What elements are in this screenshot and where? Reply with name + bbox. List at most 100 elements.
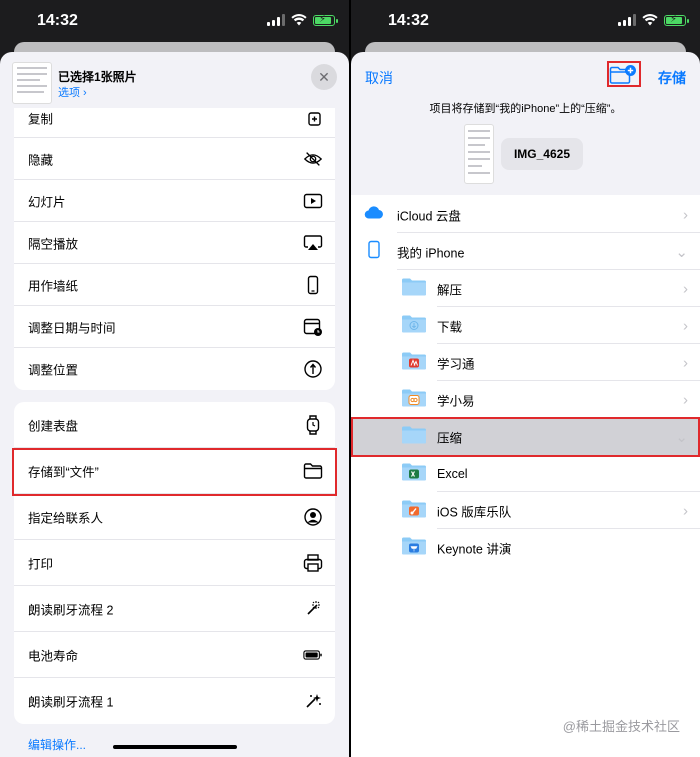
action-label: 复制	[28, 112, 54, 127]
chevron-right-icon: ›	[683, 354, 688, 371]
left-phone-screen: 14:32 ⚡ 已选择1张照片 选项 › ✕ 复制 隐藏 幻灯片 隔空播放 用作…	[0, 0, 349, 757]
folder-excel[interactable]: Excel	[351, 455, 700, 492]
action-wallpaper[interactable]: 用作墙纸	[14, 264, 335, 306]
file-name-field[interactable]: IMG_4625	[501, 138, 583, 170]
folder-name: 学习通	[437, 357, 475, 371]
location-my-iphone[interactable]: 我的 iPhone ⌄	[351, 233, 700, 270]
action-label: 朗读刷牙流程 1	[28, 695, 114, 710]
location-name: iCloud 云盘	[397, 209, 461, 223]
chevron-down-icon: ⌄	[675, 243, 688, 261]
save-to-files-sheet: 取消 存储 项目将存储到“我的iPhone”上的“压缩”。 IMG_4625 i…	[351, 52, 700, 757]
action-print[interactable]: 打印	[14, 540, 335, 586]
location-name: 我的 iPhone	[397, 246, 465, 260]
action-copy[interactable]: 复制	[14, 108, 335, 138]
chevron-right-icon: ›	[683, 206, 688, 223]
folder-name: Keynote 讲演	[437, 542, 512, 556]
action-label: 幻灯片	[28, 195, 66, 209]
status-time: 14:32	[388, 12, 429, 29]
printer-icon	[303, 553, 323, 573]
battery-full-icon	[303, 645, 323, 665]
excel-folder-icon	[402, 462, 426, 485]
action-create-watch-face[interactable]: 创建表盘	[14, 402, 335, 448]
eye-slash-icon	[303, 149, 323, 169]
location-icon	[303, 359, 323, 379]
xuexiaoyi-folder-icon	[402, 388, 426, 411]
download-folder-icon	[402, 314, 426, 337]
action-label: 调整位置	[28, 363, 79, 378]
xuexitong-folder-icon	[402, 351, 426, 374]
action-airplay[interactable]: 隔空播放	[14, 222, 335, 264]
status-bar: 14:32 ⚡	[0, 0, 349, 44]
cellular-signal-icon	[267, 14, 285, 26]
action-label: 指定给联系人	[28, 511, 104, 525]
folder-name: 学小易	[437, 394, 475, 408]
folder-name: 解压	[437, 283, 463, 297]
action-label: 隐藏	[28, 153, 54, 167]
phone-icon	[303, 275, 323, 295]
action-group-1: 复制 隐藏 幻灯片 隔空播放 用作墙纸 调整日期与时间 调整位置	[14, 108, 335, 390]
action-shortcut-brushing-1[interactable]: 朗读刷牙流程 1	[14, 678, 335, 724]
action-label: 用作墙纸	[28, 279, 79, 293]
action-battery-life[interactable]: 电池寿命	[14, 632, 335, 678]
iphone-icon	[368, 240, 380, 263]
action-hide[interactable]: 隐藏	[14, 138, 335, 180]
watch-icon	[303, 414, 323, 435]
wifi-icon	[291, 14, 307, 26]
chevron-right-icon: ›	[683, 280, 688, 297]
destination-note: 项目将存储到“我的iPhone”上的“压缩”。	[429, 103, 622, 115]
battery-icon: ⚡	[313, 14, 338, 26]
location-icloud-drive[interactable]: iCloud 云盘 ›	[351, 196, 700, 233]
battery-icon: ⚡	[664, 14, 689, 26]
folder-name: Excel	[437, 466, 468, 481]
file-thumbnail	[464, 124, 494, 184]
save-button[interactable]: 存储	[658, 68, 686, 88]
status-bar: 14:32 ⚡	[351, 0, 700, 44]
share-sheet-title: 已选择1张照片	[58, 70, 137, 84]
icloud-icon	[364, 205, 384, 224]
folder-keynote[interactable]: Keynote 讲演	[351, 529, 700, 566]
action-label: 创建表盘	[28, 419, 79, 433]
home-indicator	[112, 745, 237, 749]
cellular-signal-icon	[618, 14, 636, 26]
highlight-save-to-files	[12, 448, 337, 496]
action-slideshow[interactable]: 幻灯片	[14, 180, 335, 222]
share-sheet: 已选择1张照片 选项 › ✕ 复制 隐藏 幻灯片 隔空播放 用作墙纸 调整日期与…	[0, 52, 349, 757]
share-sheet-header: 已选择1张照片 选项 › ✕	[0, 52, 349, 114]
garageband-folder-icon	[402, 499, 426, 522]
folder-xiazai[interactable]: 下载 ›	[351, 307, 700, 344]
airplay-icon	[303, 233, 323, 253]
folder-icon	[402, 277, 426, 300]
wifi-icon	[642, 14, 658, 26]
highlight-selected-folder	[351, 417, 700, 457]
folder-xuexiaoyi[interactable]: 学小易 ›	[351, 381, 700, 418]
keynote-folder-icon	[402, 536, 426, 559]
action-assign-to-contact[interactable]: 指定给联系人	[14, 494, 335, 540]
chevron-right-icon: ›	[683, 502, 688, 519]
chevron-right-icon: ›	[683, 391, 688, 408]
folder-garageband[interactable]: iOS 版库乐队 ›	[351, 492, 700, 529]
action-label: 朗读刷牙流程 2	[28, 603, 114, 617]
calendar-clock-icon	[303, 317, 323, 337]
contact-icon	[303, 507, 323, 527]
action-label: 电池寿命	[28, 649, 79, 663]
action-label: 打印	[28, 557, 54, 571]
action-adjust-date[interactable]: 调整日期与时间	[14, 306, 335, 348]
status-time: 14:32	[37, 12, 78, 29]
folder-xuexitong[interactable]: 学习通 ›	[351, 344, 700, 381]
cancel-button[interactable]: 取消	[365, 68, 393, 88]
action-label: 调整日期与时间	[28, 321, 116, 335]
folder-name: iOS 版库乐队	[437, 505, 512, 519]
edit-actions-link[interactable]: 编辑操作...	[28, 736, 86, 753]
play-icon	[303, 191, 323, 211]
folder-jieya[interactable]: 解压 ›	[351, 270, 700, 307]
magic-wand-icon	[303, 599, 323, 619]
highlight-new-folder	[607, 61, 641, 87]
chevron-right-icon: ›	[683, 317, 688, 334]
watermark: @稀土掘金技术社区	[562, 719, 680, 734]
close-button[interactable]: ✕	[311, 64, 337, 90]
action-shortcut-brushing-2[interactable]: 朗读刷牙流程 2	[14, 586, 335, 632]
action-label: 隔空播放	[28, 237, 79, 251]
options-link[interactable]: 选项 ›	[58, 84, 87, 100]
close-icon: ✕	[318, 69, 330, 85]
action-adjust-location[interactable]: 调整位置	[14, 348, 335, 390]
